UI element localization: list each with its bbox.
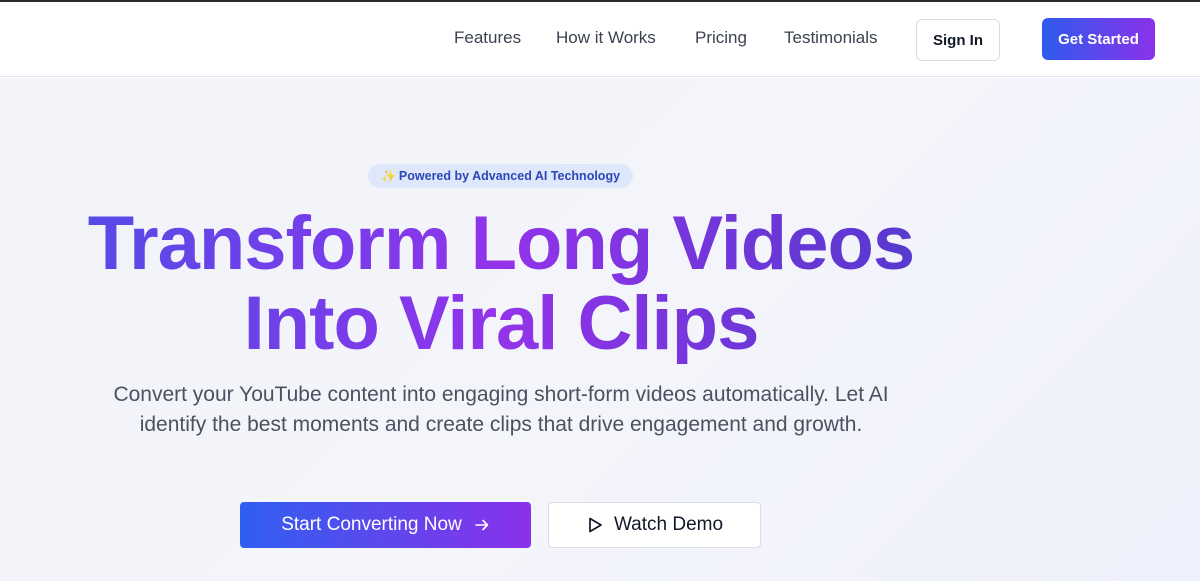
badge-text: Powered by Advanced AI Technology [398, 169, 621, 183]
watch-demo-button[interactable]: Watch Demo [548, 502, 761, 548]
headline-line-2: Into Viral Clips [243, 281, 759, 366]
arrow-right-icon [474, 517, 490, 533]
start-converting-button[interactable]: Start Converting Now [240, 502, 531, 548]
hero-subtext: Convert your YouTube content into engagi… [113, 383, 889, 436]
nav-link-testimonials[interactable]: Testimonials [784, 28, 878, 48]
start-converting-label: Start Converting Now [281, 514, 462, 535]
nav-link-pricing[interactable]: Pricing [695, 28, 747, 48]
sign-in-button[interactable]: Sign In [916, 19, 1000, 61]
nav-link-how-it-works[interactable]: How it Works [556, 28, 656, 48]
headline-line-1: Transform Long Videos [87, 201, 915, 286]
ai-badge: ✨ Powered by Advanced AI Technology [368, 164, 633, 188]
top-navigation: Features How it Works Pricing Testimonia… [0, 2, 1200, 77]
play-icon [586, 516, 604, 534]
sparkles-icon: ✨ [380, 169, 396, 183]
get-started-button[interactable]: Get Started [1042, 18, 1155, 60]
hero-headline: Transform Long Videos Into Viral Clips [0, 204, 1002, 364]
hero-section: ✨ Powered by Advanced AI Technology Tran… [0, 78, 1200, 581]
nav-link-features[interactable]: Features [454, 28, 521, 48]
watch-demo-label: Watch Demo [613, 514, 724, 535]
